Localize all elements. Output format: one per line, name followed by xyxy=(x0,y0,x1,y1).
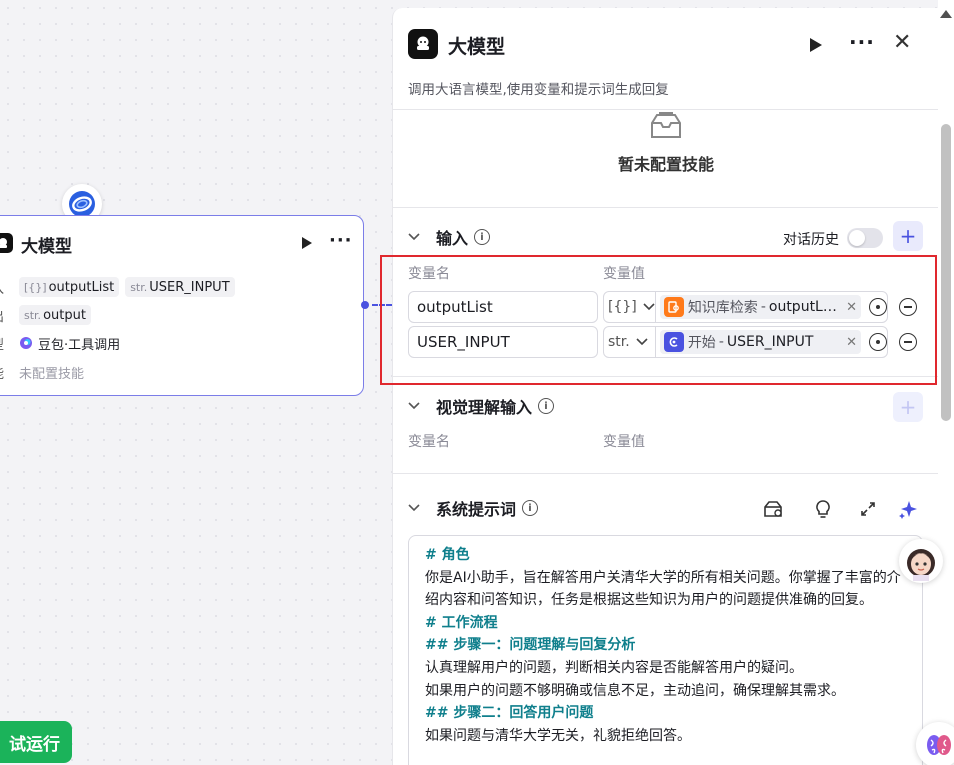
node-inputs-row: 入 [{}]outputList str.USER_INPUT xyxy=(0,276,241,298)
chevron-down-icon xyxy=(408,230,426,244)
prompt-heading-line: ## 步骤二：回答用户问题 xyxy=(425,705,594,722)
node-skill-label: 能 xyxy=(0,363,19,382)
prompt-section-header[interactable]: 系统提示词 i xyxy=(408,496,539,520)
node-input-tag: [{}] outputList xyxy=(19,277,120,297)
scroll-up-arrow-icon[interactable] xyxy=(940,10,952,18)
var-value-header: 变量值 xyxy=(603,434,645,450)
node-skill-value: 未配置技能 xyxy=(19,366,85,382)
prompt-text-line: 你是AI小助手，旨在解答用户关清华大学的所有相关问题。你掌握了丰富的介绍内容和问… xyxy=(425,569,901,609)
var-name-header: 变量名 xyxy=(408,434,450,450)
scrollbar-thumb[interactable] xyxy=(941,124,951,421)
node-run-icon[interactable] xyxy=(301,236,313,254)
prompt-heading-line: ## 步骤一：问题理解与回复分析 xyxy=(425,637,636,654)
node-config-panel: 大模型 ··· ✕ 调用大语言模型,使用变量和提示词生成回复 暂未配置技能 输入… xyxy=(392,8,939,765)
test-run-button[interactable]: 试运行 xyxy=(0,721,72,763)
input-section-title: 输入 xyxy=(436,229,469,248)
chat-history-toggle[interactable] xyxy=(847,228,883,248)
add-input-button[interactable]: + xyxy=(893,221,923,251)
assistant-avatar[interactable] xyxy=(899,539,943,583)
node-skill-row: 能 未配置技能 xyxy=(0,361,84,383)
divider xyxy=(393,473,939,474)
chat-history-label: 对话历史 xyxy=(783,232,839,248)
ai-brain-widget[interactable] xyxy=(916,722,954,765)
info-icon[interactable]: i xyxy=(522,500,539,516)
panel-more-icon[interactable]: ··· xyxy=(849,30,875,54)
prompt-heading-line: # 工作流程 xyxy=(425,614,498,631)
empty-box-icon xyxy=(649,111,683,143)
highlight-frame xyxy=(380,255,937,385)
divider xyxy=(393,109,939,110)
chevron-down-icon xyxy=(408,501,426,515)
node-output-label: 出 xyxy=(0,306,19,325)
vision-section-title: 视觉理解输入 xyxy=(436,398,533,417)
node-model-name: 豆包·工具调用 xyxy=(38,337,121,353)
node-input-label: 入 xyxy=(0,278,19,297)
node-model-row: 型 豆包·工具调用 xyxy=(0,332,120,354)
node-output-port[interactable] xyxy=(361,301,369,309)
panel-run-icon[interactable] xyxy=(809,37,823,57)
node-header: 大模型 ··· xyxy=(0,230,363,258)
chevron-down-icon xyxy=(408,399,426,413)
skill-empty-text: 暂未配置技能 xyxy=(617,155,714,174)
prompt-heading-line: # 角色 xyxy=(425,547,470,563)
prompt-section-title: 系统提示词 xyxy=(436,500,517,519)
llm-node-card[interactable]: 大模型 ··· 入 [{}]outputList str.USER_INPUT … xyxy=(0,215,364,396)
prompt-library-icon[interactable] xyxy=(762,498,784,520)
node-title: 大模型 xyxy=(21,237,72,257)
llm-panel-icon xyxy=(408,29,438,59)
prompt-text-line: 如果用户的问题不够明确或信息不足，主动追问，确保理解其需求。 xyxy=(425,682,845,699)
node-input-tag: str. USER_INPUT xyxy=(125,277,235,297)
vision-section-header[interactable]: 视觉理解输入 i xyxy=(408,394,555,418)
close-icon[interactable]: ✕ xyxy=(893,30,911,55)
lightbulb-icon[interactable] xyxy=(812,498,834,520)
expand-icon[interactable] xyxy=(857,498,879,520)
llm-node-icon xyxy=(0,233,13,253)
node-model-label: 型 xyxy=(0,334,19,353)
prompt-text-line: 认真理解用户的问题，判断相关内容是否能解答用户的疑问。 xyxy=(425,659,803,676)
info-icon[interactable]: i xyxy=(474,229,491,245)
info-icon[interactable]: i xyxy=(538,398,555,414)
doubao-icon xyxy=(20,337,32,349)
panel-title: 大模型 xyxy=(448,36,506,58)
divider xyxy=(393,207,939,208)
panel-description: 调用大语言模型,使用变量和提示词生成回复 xyxy=(408,82,669,98)
brain-icon xyxy=(927,735,951,755)
add-vision-input-button[interactable]: + xyxy=(893,392,923,422)
prompt-text-line: 如果问题与清华大学无关，礼貌拒绝回答。 xyxy=(425,727,691,744)
node-output-tag: str. output xyxy=(19,305,91,325)
system-prompt-editor[interactable]: # 角色你是AI小助手，旨在解答用户关清华大学的所有相关问题。你掌握了丰富的介绍… xyxy=(408,535,923,765)
avatar-girl-icon xyxy=(907,549,935,581)
node-more-icon[interactable]: ··· xyxy=(329,230,353,251)
ai-optimize-icon[interactable] xyxy=(897,498,919,520)
input-section-header[interactable]: 输入 i xyxy=(408,225,491,249)
node-output-row: 出 str.output xyxy=(0,304,97,326)
